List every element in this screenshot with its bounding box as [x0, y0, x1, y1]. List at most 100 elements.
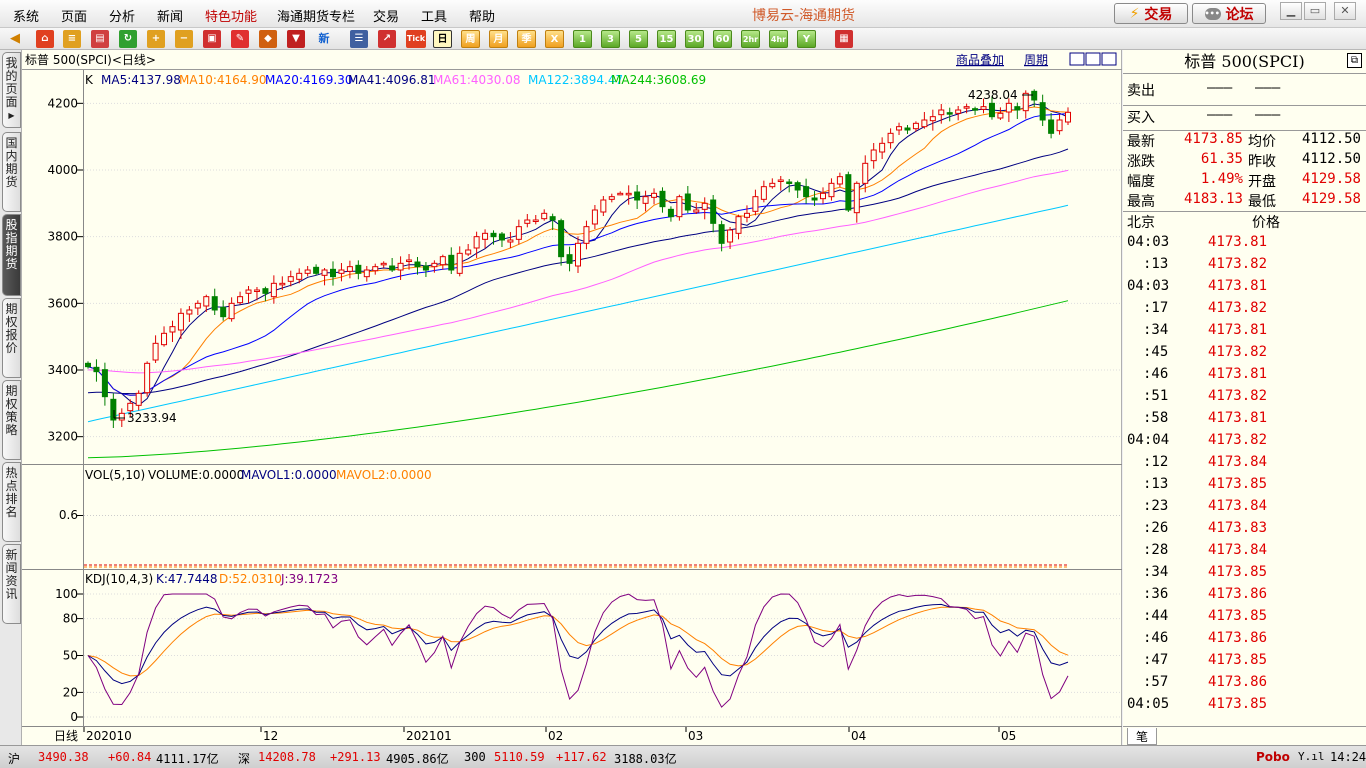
tab-option-quotes[interactable]: 期权报价	[2, 298, 21, 378]
period-2hr-button[interactable]: 2hr	[741, 30, 760, 48]
candle-body	[786, 181, 793, 184]
list-icon[interactable]: ☰	[350, 30, 368, 48]
candle-body	[507, 239, 514, 243]
stat-value: 4129.58	[1301, 171, 1361, 187]
period-4hr-button[interactable]: 4hr	[769, 30, 788, 48]
ma-legend-item: MA122:3894.47	[528, 73, 623, 87]
tick-time: :44	[1143, 608, 1169, 624]
forum-button[interactable]: ••• 论坛	[1192, 3, 1266, 24]
tick-time: 04:04	[1127, 432, 1170, 448]
candle-body	[997, 112, 1004, 119]
period-60min-button[interactable]: 60	[713, 30, 732, 48]
refresh-icon[interactable]: ↻	[119, 30, 137, 48]
tab-domestic-futures[interactable]: 国内期货	[2, 132, 21, 212]
menu-help[interactable]: 帮助	[469, 6, 495, 25]
tick-row: 04:03 4173.81	[1127, 234, 1363, 254]
period-3min-button[interactable]: 3	[601, 30, 620, 48]
candle-body	[634, 191, 641, 201]
period-1min-button[interactable]: 1	[573, 30, 592, 48]
tick-tab[interactable]: 笔	[1127, 728, 1157, 745]
period-year-button[interactable]: Y	[797, 30, 816, 48]
hs300-turnover: 3188.03亿	[614, 752, 677, 766]
period-quarter-button[interactable]: 季	[517, 30, 536, 48]
maximize-icon[interactable]: ▭	[1304, 2, 1326, 20]
tab-index-futures[interactable]: 股指期货	[2, 214, 21, 296]
menu-analysis[interactable]: 分析	[109, 6, 135, 25]
period-x-button[interactable]: X	[545, 30, 564, 48]
expand-icon[interactable]: ⧉	[1347, 53, 1362, 68]
minimize-icon[interactable]: ▁	[1280, 2, 1302, 20]
tab-news[interactable]: 新闻资讯	[2, 544, 21, 624]
candle-body	[946, 112, 953, 115]
tick-time: :13	[1143, 476, 1169, 492]
zoom-out-icon[interactable]: −	[175, 30, 193, 48]
candle-body	[591, 209, 598, 225]
vol-label: VOL(5,10)	[85, 468, 145, 482]
database-icon[interactable]: ≡	[63, 30, 81, 48]
home-icon[interactable]: ⌂	[36, 30, 54, 48]
period-day-button[interactable]: 日	[433, 30, 452, 48]
candle-body	[1056, 119, 1063, 132]
lightning-icon: ⚡	[1129, 5, 1140, 22]
period-button[interactable]: 周期	[1024, 53, 1048, 67]
chart-nav-icons[interactable]	[1069, 52, 1117, 66]
menu-tools[interactable]: 工具	[421, 6, 447, 25]
candle-body	[1048, 119, 1055, 134]
tick-button[interactable]: Tick	[406, 30, 426, 48]
period-30min-button[interactable]: 30	[685, 30, 704, 48]
filter-icon[interactable]: ▼	[287, 30, 305, 48]
candle-body	[161, 332, 168, 346]
candle-body	[211, 296, 218, 311]
candle-body	[625, 192, 632, 196]
tab-option-strategy[interactable]: 期权策略	[2, 380, 21, 460]
ma244-line	[87, 300, 1069, 459]
menu-news[interactable]: 新闻	[157, 6, 183, 25]
trade-button[interactable]: ⚡ 交易	[1114, 3, 1188, 24]
candle-body	[659, 190, 666, 208]
period-month-button[interactable]: 月	[489, 30, 508, 48]
candle-body	[853, 182, 860, 214]
window-icon[interactable]: ▣	[203, 30, 221, 48]
period-week-button[interactable]: 周	[461, 30, 480, 48]
back-arrow-icon[interactable]: ◀	[6, 30, 24, 48]
price-tick-label: 4000	[47, 163, 78, 177]
price-tick-label: 3800	[47, 230, 78, 244]
menu-system[interactable]: 系统	[13, 6, 39, 25]
candle-body	[760, 186, 767, 200]
candle-body	[279, 282, 286, 286]
period-5min-button[interactable]: 5	[629, 30, 648, 48]
paint-icon[interactable]: ◆	[259, 30, 277, 48]
candle-body	[346, 266, 353, 272]
overlay-commodity-button[interactable]: 商品叠加	[956, 52, 1004, 67]
hs300-label: 300	[464, 750, 486, 764]
tick-time: :58	[1143, 410, 1169, 426]
candle-body	[710, 199, 717, 224]
kdj-lines	[87, 593, 1069, 708]
signal-icon: Y.ıl	[1298, 750, 1325, 763]
brand-logo: Pobo	[1256, 750, 1290, 764]
menu-features[interactable]: 特色功能	[205, 6, 257, 25]
close-icon[interactable]: ✕	[1334, 2, 1356, 20]
chart-area[interactable]: 标普 500(SPCI)<日线> 商品叠加 周期 K MA5:4137.98 MA…	[22, 50, 1122, 745]
menu-page[interactable]: 页面	[61, 6, 87, 25]
line-chart-icon[interactable]: ↗	[378, 30, 396, 48]
candle-body	[963, 106, 970, 109]
chart-panel-icon[interactable]: ▤	[91, 30, 109, 48]
tab-my-page[interactable]: 我的页面 ▶	[2, 52, 21, 128]
tab-hot-ranking[interactable]: 热点排名	[2, 462, 21, 542]
menu-trade[interactable]: 交易	[373, 6, 399, 25]
tick-price: 4173.85	[1208, 652, 1268, 668]
menu-haitong-column[interactable]: 海通期货专栏	[277, 6, 355, 25]
tick-time: :46	[1143, 630, 1169, 646]
draw-pen-icon[interactable]: ✎	[231, 30, 249, 48]
symbol-period-label: 标普 500(SPCI)<日线>	[25, 53, 156, 67]
new-icon[interactable]: 新	[315, 30, 333, 48]
period-15min-button[interactable]: 15	[657, 30, 676, 48]
side-tabs: 我的页面 ▶ 国内期货 股指期货 期权报价 期权策略 热点排名 新闻资讯	[0, 50, 22, 745]
zoom-in-icon[interactable]: +	[147, 30, 165, 48]
quote-stat-row: 最高 4183.13 最低 4129.58	[1127, 191, 1363, 211]
kline-chart[interactable]: 标普 500(SPCI)<日线> 商品叠加 周期 K MA5:4137.98MA…	[22, 50, 1122, 745]
calendar-icon[interactable]: ▦	[835, 30, 853, 48]
sz-index: 14208.78	[258, 750, 316, 764]
tick-time: :34	[1143, 564, 1169, 580]
